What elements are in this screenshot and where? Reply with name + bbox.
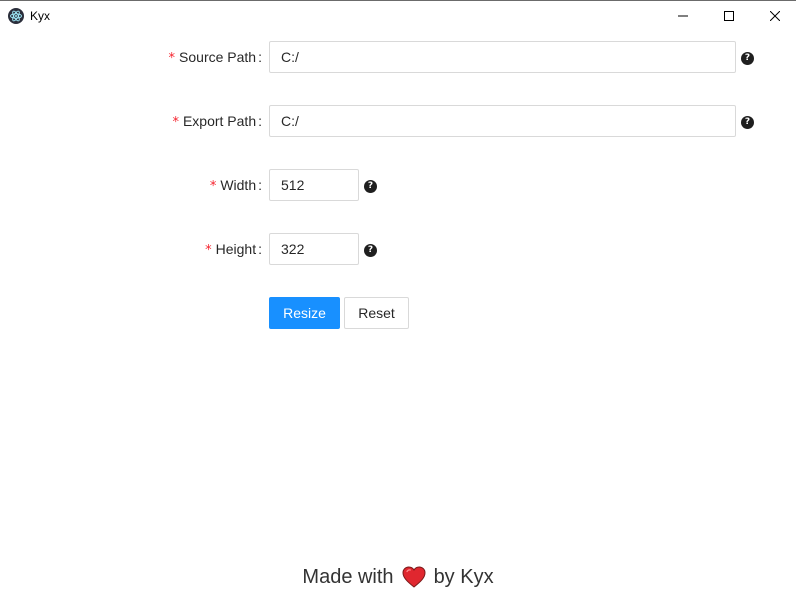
close-button[interactable] bbox=[752, 1, 796, 31]
footer-prefix: Made with bbox=[302, 565, 394, 588]
help-icon[interactable]: ? bbox=[741, 116, 754, 129]
minimize-icon bbox=[678, 15, 688, 17]
footer: Made with by Kyx bbox=[0, 562, 796, 592]
heart-icon bbox=[402, 566, 426, 588]
export-path-label: * Export Path: bbox=[172, 105, 262, 137]
minimize-button[interactable] bbox=[660, 1, 706, 31]
title-bar: Kyx bbox=[0, 0, 796, 30]
export-path-label-text: Export Path bbox=[182, 113, 257, 129]
footer-suffix: by Kyx bbox=[433, 565, 494, 588]
width-input[interactable] bbox=[269, 169, 359, 201]
help-icon[interactable]: ? bbox=[364, 244, 377, 257]
form-row-width: *Width: ? bbox=[0, 169, 796, 201]
window-title: Kyx bbox=[30, 9, 51, 23]
height-input[interactable] bbox=[269, 233, 359, 265]
resize-button[interactable]: Resize bbox=[269, 297, 340, 329]
close-icon bbox=[770, 11, 780, 21]
maximize-button[interactable] bbox=[706, 1, 752, 31]
export-path-input[interactable] bbox=[269, 105, 736, 137]
app-logo-icon bbox=[8, 8, 24, 24]
help-icon[interactable]: ? bbox=[741, 52, 754, 65]
width-label-text: Width bbox=[220, 177, 257, 193]
label-colon: : bbox=[258, 113, 262, 129]
source-path-label: * Source Path: bbox=[169, 41, 262, 73]
source-path-label-text: Source Path bbox=[179, 49, 257, 65]
reset-button[interactable]: Reset bbox=[344, 297, 409, 329]
required-mark: * bbox=[205, 243, 212, 258]
height-label-text: Height bbox=[215, 241, 257, 257]
label-colon: : bbox=[258, 49, 262, 65]
required-mark: * bbox=[209, 179, 217, 194]
label-colon: : bbox=[258, 177, 262, 193]
source-path-input[interactable] bbox=[269, 41, 736, 73]
form-row-height: *Height: ? bbox=[0, 233, 796, 265]
form-row-export-path: *Export Path: ? bbox=[0, 105, 796, 137]
help-icon[interactable]: ? bbox=[364, 180, 377, 193]
required-mark: * bbox=[168, 51, 176, 66]
height-label: * Height: bbox=[205, 233, 262, 265]
form-row-source-path: *Source Path: ? bbox=[0, 41, 796, 73]
required-mark: * bbox=[172, 115, 179, 130]
maximize-icon bbox=[724, 11, 734, 21]
width-label: * Width: bbox=[210, 169, 262, 201]
label-colon: : bbox=[258, 241, 262, 257]
